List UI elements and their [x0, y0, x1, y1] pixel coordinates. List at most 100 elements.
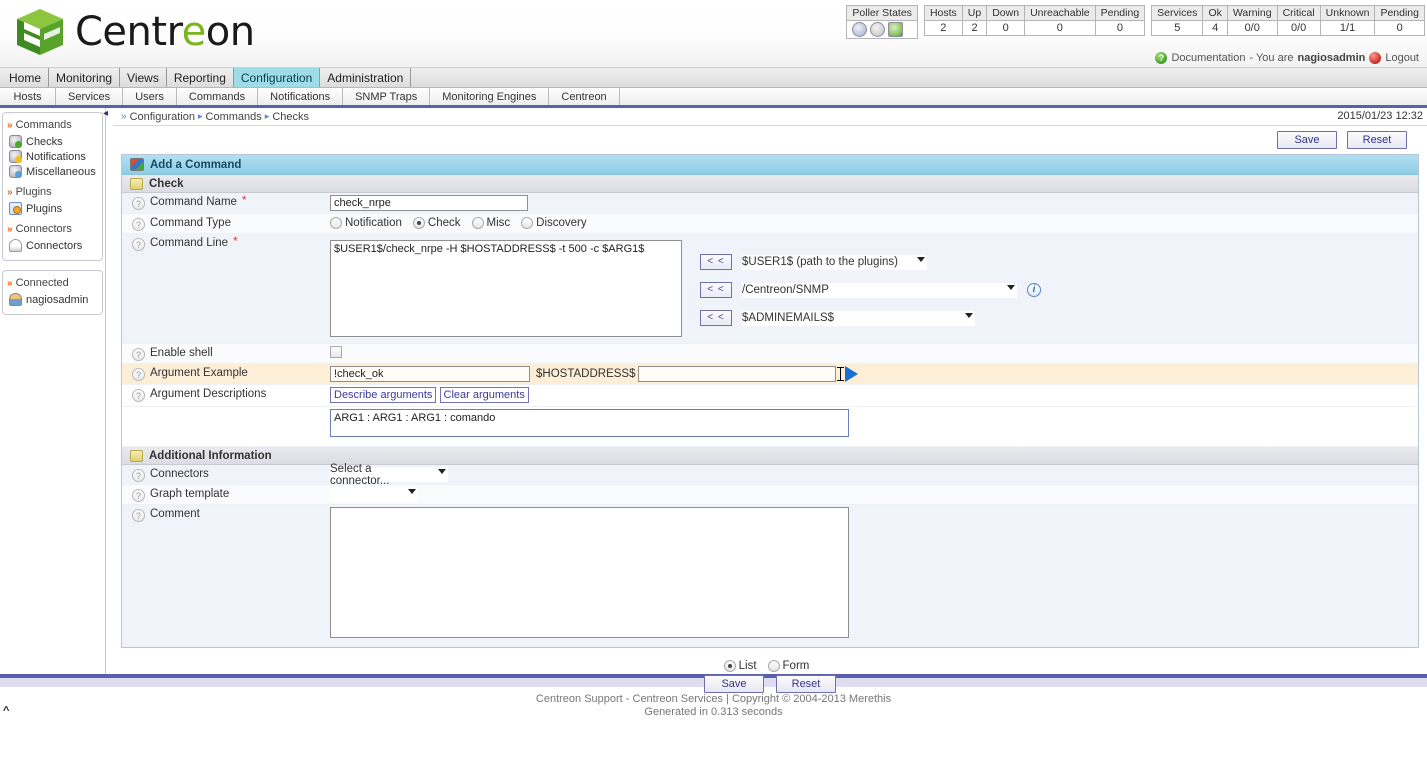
breadcrumb-item-configuration[interactable]: Configuration: [130, 111, 195, 123]
sidebar-group-connectors-label: Connectors: [15, 223, 72, 235]
help-icon[interactable]: ?: [132, 389, 145, 402]
radio-form-input[interactable]: [767, 660, 780, 672]
clear-arguments-button[interactable]: Clear arguments: [439, 387, 529, 403]
radio-check[interactable]: Check: [412, 217, 461, 229]
enable-shell-checkbox[interactable]: [330, 346, 342, 358]
reset-button-top[interactable]: Reset: [1347, 131, 1407, 149]
sidebar-item-checks[interactable]: Checks: [7, 134, 98, 149]
services-warning-count[interactable]: 0/0: [1226, 20, 1278, 36]
nav-reporting[interactable]: Reporting: [167, 68, 234, 87]
services-unknown-count[interactable]: 1/1: [1319, 20, 1376, 36]
radio-misc[interactable]: Misc: [471, 217, 510, 229]
services-count[interactable]: 5: [1151, 20, 1204, 36]
subnav-snmp-traps[interactable]: SNMP Traps: [343, 88, 431, 105]
help-icon[interactable]: ?: [132, 489, 145, 502]
connectors-select[interactable]: Select a connector...: [330, 463, 448, 487]
hosts-pending-count[interactable]: 0: [1094, 20, 1146, 36]
services-critical-count[interactable]: 0/0: [1276, 20, 1321, 36]
info-icon[interactable]: i: [1027, 283, 1041, 297]
save-button-top[interactable]: Save: [1277, 131, 1337, 149]
sidebar-divider[interactable]: ◂: [103, 108, 113, 674]
insert-macro-button-2[interactable]: < <: [700, 282, 732, 298]
services-pending-count[interactable]: 0: [1374, 20, 1425, 36]
documentation-link[interactable]: Documentation: [1171, 52, 1245, 64]
radio-notification-input[interactable]: [330, 217, 342, 229]
poller-export-icon[interactable]: [888, 22, 904, 37]
help-icon[interactable]: ?: [132, 368, 145, 381]
argument-host-input[interactable]: [638, 366, 837, 382]
subnav-centreon[interactable]: Centreon: [549, 88, 620, 105]
radio-list[interactable]: List: [723, 660, 757, 672]
collapse-sidebar-icon[interactable]: ◂: [103, 108, 108, 119]
comment-textarea[interactable]: [330, 507, 849, 638]
breadcrumb-item-checks[interactable]: Checks: [272, 111, 309, 123]
subnav-hosts[interactable]: Hosts: [0, 88, 56, 105]
nav-administration[interactable]: Administration: [320, 68, 412, 87]
sidebar-group-connected-label: Connected: [15, 277, 69, 289]
poller-clock-icon[interactable]: [852, 22, 868, 37]
hosts-down-count[interactable]: 0: [986, 20, 1026, 36]
poller-gear-icon[interactable]: [870, 22, 886, 37]
help-icon[interactable]: ?: [132, 197, 145, 210]
sidebar-item-plugins[interactable]: Plugins: [7, 201, 98, 216]
row-graph-template: ? Graph template: [122, 485, 1418, 505]
breadcrumb-item-commands[interactable]: Commands: [206, 111, 262, 123]
subnav-commands[interactable]: Commands: [177, 88, 259, 105]
hosts-up-count[interactable]: 2: [961, 20, 988, 36]
argument-descriptions-textarea[interactable]: ARG1 : ARG1 : ARG1 : comando: [330, 409, 849, 437]
insert-macro-button-1[interactable]: < <: [700, 254, 732, 270]
logout-icon[interactable]: [1369, 52, 1382, 64]
brand-logo[interactable]: Centreon: [14, 6, 255, 58]
services-ok-count[interactable]: 4: [1202, 20, 1228, 36]
macro-select-2[interactable]: /Centreon/SNMP: [742, 282, 1017, 298]
nav-views[interactable]: Views: [120, 68, 167, 87]
subnav-users[interactable]: Users: [123, 88, 177, 105]
macro-select-1[interactable]: $USER1$ (path to the plugins): [742, 254, 927, 270]
poller-states-header: Poller States: [846, 5, 918, 21]
subnav-monitoring-engines[interactable]: Monitoring Engines: [430, 88, 550, 105]
nav-home[interactable]: Home: [2, 68, 50, 87]
radio-check-input[interactable]: [412, 217, 425, 229]
macro-select-1-value: $USER1$ (path to the plugins): [742, 256, 898, 268]
sidebar-item-connectors[interactable]: Connectors: [7, 238, 98, 253]
subnav-services[interactable]: Services: [56, 88, 124, 105]
hosts-unreachable-count[interactable]: 0: [1024, 20, 1096, 36]
subnav-notifications[interactable]: Notifications: [258, 88, 344, 105]
macro-select-3[interactable]: $ADMINEMAILS$: [742, 310, 975, 326]
radio-discovery-input[interactable]: [521, 217, 534, 229]
nav-monitoring[interactable]: Monitoring: [49, 68, 121, 87]
command-line-textarea[interactable]: $USER1$/check_nrpe -H $HOSTADDRESS$ -t 5…: [330, 240, 682, 337]
help-icon[interactable]: ?: [132, 509, 145, 522]
radio-form[interactable]: Form: [767, 660, 809, 672]
apply-argument-button[interactable]: [845, 366, 859, 382]
help-icon[interactable]: ?: [132, 469, 145, 482]
chevron-down-icon: [1007, 284, 1015, 290]
radio-list-input[interactable]: [723, 660, 736, 672]
graph-template-select[interactable]: [330, 487, 418, 502]
scroll-top-icon[interactable]: ^: [3, 705, 9, 717]
sidebar-item-current-user[interactable]: nagiosadmin: [7, 292, 98, 307]
chevron-right-icon: »: [7, 119, 12, 131]
radio-notification[interactable]: Notification: [330, 217, 402, 229]
save-button-bottom[interactable]: Save: [704, 675, 764, 693]
help-icon[interactable]: ?: [132, 218, 145, 231]
reset-button-bottom[interactable]: Reset: [776, 675, 836, 693]
radio-discovery[interactable]: Discovery: [521, 217, 587, 229]
help-icon[interactable]: ?: [132, 238, 145, 251]
additional-info-label: Additional Information: [149, 449, 272, 462]
sidebar-item-notifications[interactable]: Notifications: [7, 149, 98, 164]
help-icon[interactable]: ?: [132, 348, 145, 361]
sidebar-item-miscellaneous[interactable]: Miscellaneous: [7, 164, 98, 179]
describe-arguments-button[interactable]: Describe arguments: [330, 387, 437, 403]
row-argument-example: ? Argument Example $HOSTADDRESS$: [122, 364, 1418, 385]
insert-macro-button-3[interactable]: < <: [700, 310, 732, 326]
command-name-input[interactable]: [330, 195, 528, 211]
hosts-count[interactable]: 2: [923, 20, 963, 36]
radio-misc-input[interactable]: [471, 217, 484, 229]
value-argument-descriptions-buttons: Describe arguments Clear arguments: [330, 385, 1418, 405]
additional-info-header: Additional Information: [122, 447, 1418, 465]
label-command-type-text: Command Type: [150, 217, 231, 229]
logout-link[interactable]: Logout: [1385, 52, 1419, 64]
nav-configuration[interactable]: Configuration: [233, 68, 321, 87]
argument-example-input[interactable]: [330, 366, 530, 382]
